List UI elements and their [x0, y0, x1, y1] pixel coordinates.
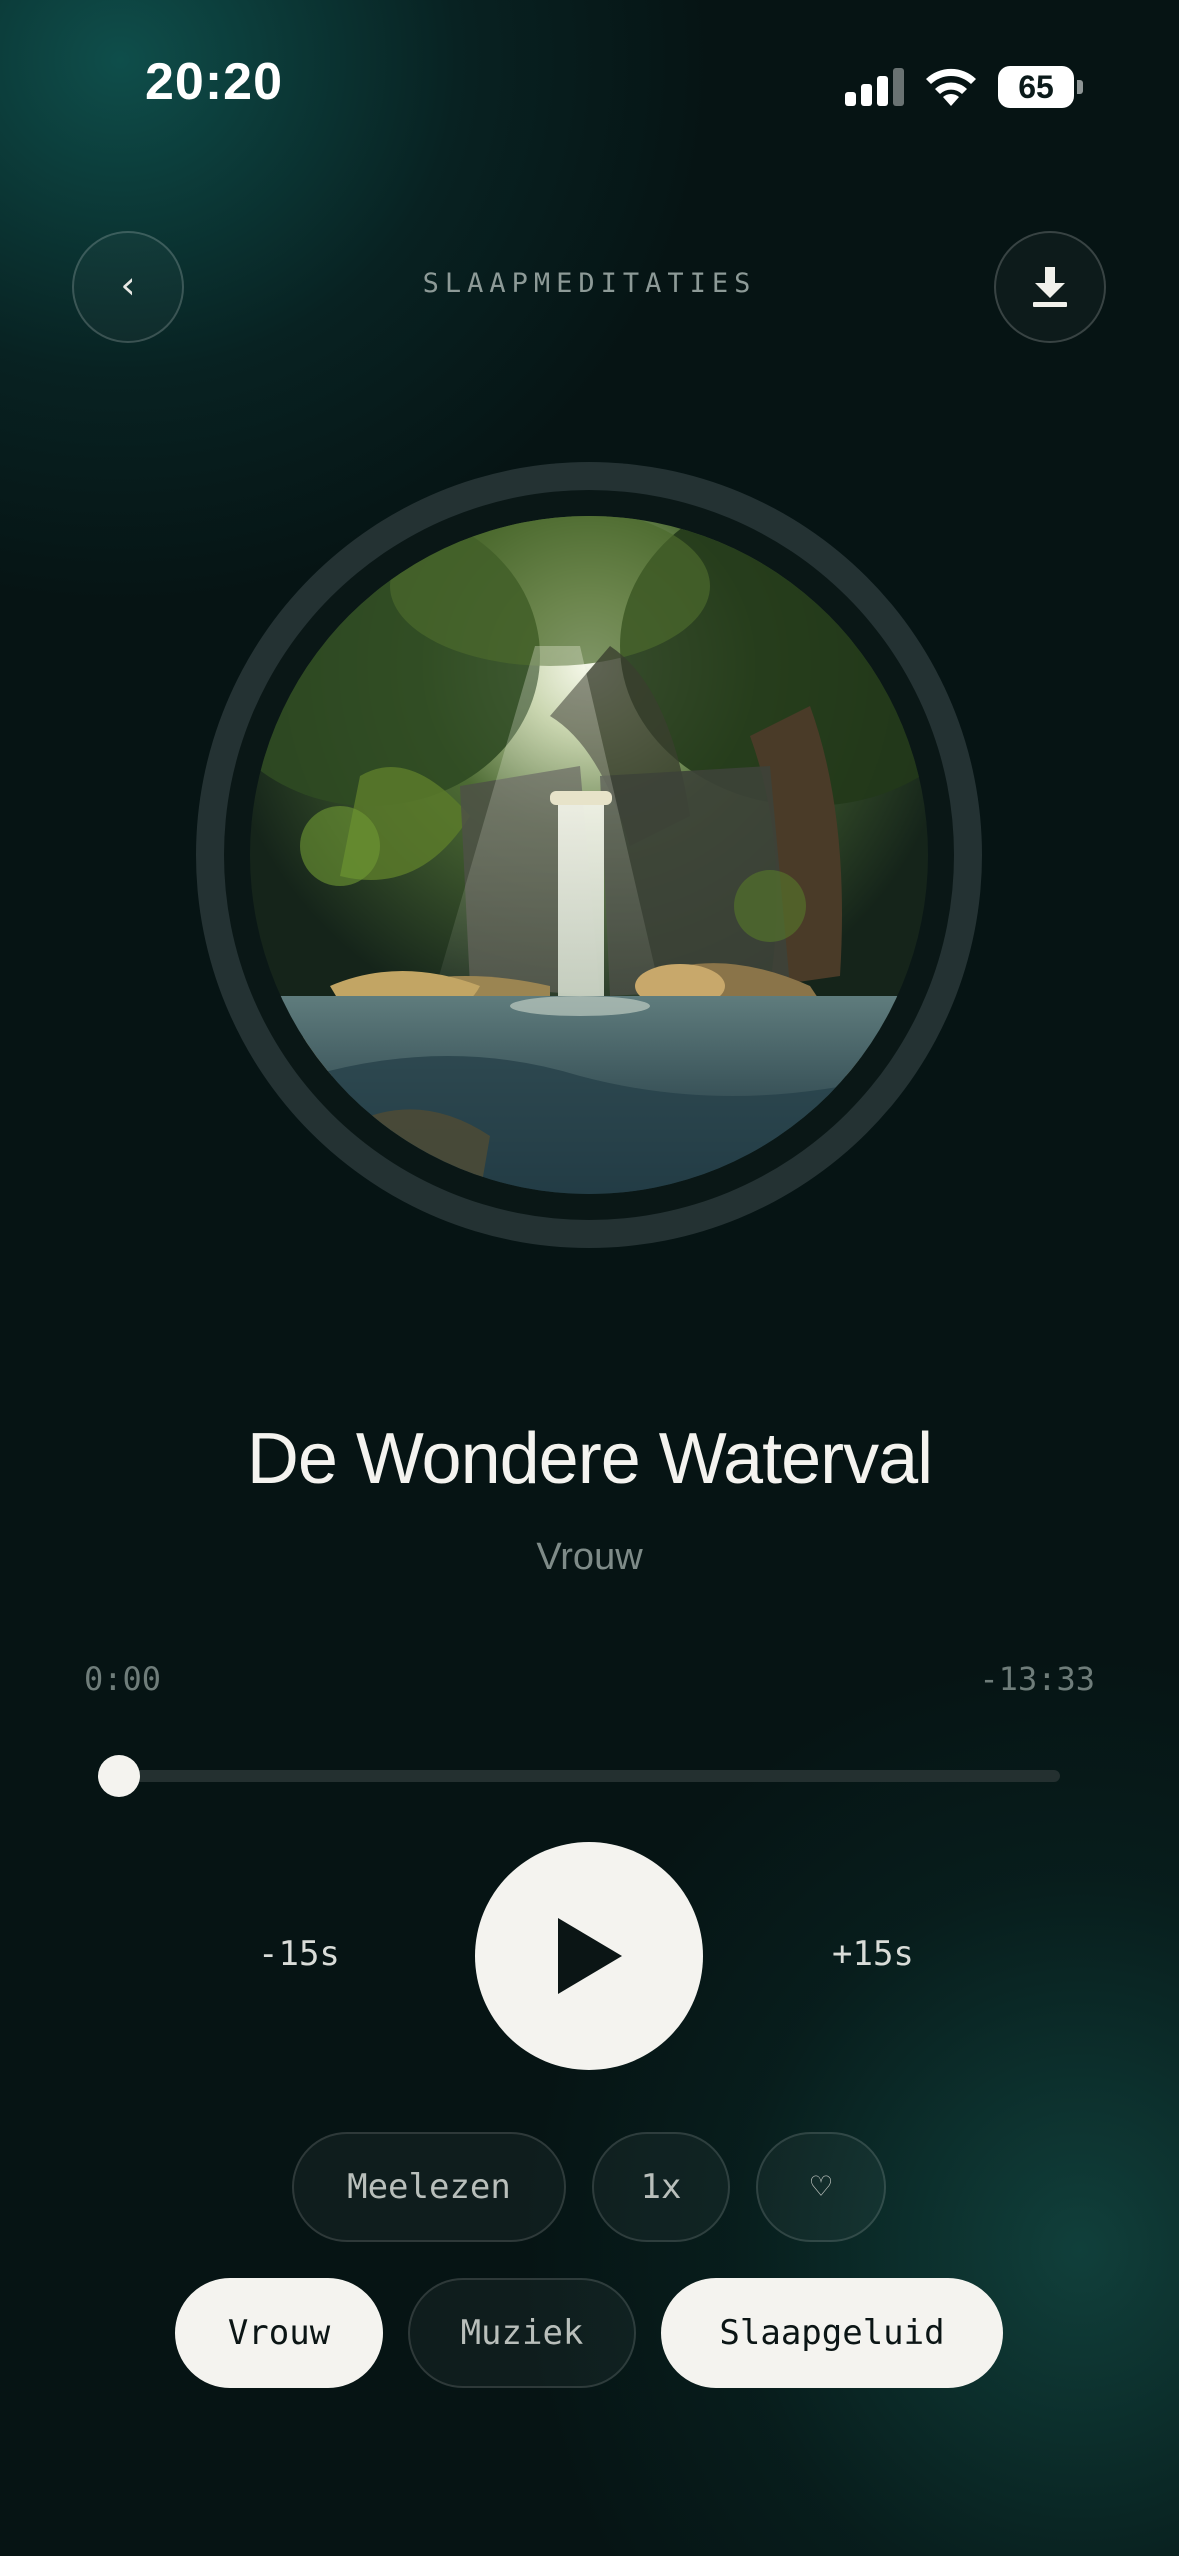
download-button[interactable] — [994, 231, 1106, 343]
download-icon — [1033, 267, 1067, 307]
progress-slider[interactable] — [118, 1770, 1060, 1782]
speed-button[interactable]: 1x — [592, 2132, 730, 2242]
status-bar: 20:20 65 — [0, 0, 1179, 170]
track-title: De Wondere Waterval — [246, 1419, 933, 1499]
elapsed-time: 0:00 — [84, 1660, 162, 1698]
status-time: 20:20 — [145, 53, 283, 111]
remaining-time: -13:33 — [979, 1660, 1095, 1698]
voice-option-muziek[interactable]: Muziek — [408, 2278, 636, 2388]
read-along-button[interactable]: Meelezen — [292, 2132, 566, 2242]
play-button[interactable] — [475, 1842, 703, 2070]
favorite-heart-icon[interactable]: ♡ — [756, 2132, 886, 2242]
skip-back-button[interactable]: -15s — [258, 1934, 340, 1974]
cellular-signal-icon — [845, 66, 905, 106]
background-gradient — [0, 0, 1179, 2556]
battery-tip — [1077, 80, 1083, 94]
battery-icon: 65 — [998, 66, 1074, 108]
skip-forward-button[interactable]: +15s — [832, 1934, 914, 1974]
wifi-icon — [926, 68, 976, 106]
play-icon — [558, 1918, 622, 1994]
progress-thumb[interactable] — [98, 1755, 140, 1797]
voice-option-slaapgeluid[interactable]: Slaapgeluid — [661, 2278, 1003, 2388]
track-subtitle: Vrouw — [536, 1536, 643, 1578]
voice-option-vrouw[interactable]: Vrouw — [175, 2278, 383, 2388]
waterfall-artwork — [250, 516, 928, 1194]
